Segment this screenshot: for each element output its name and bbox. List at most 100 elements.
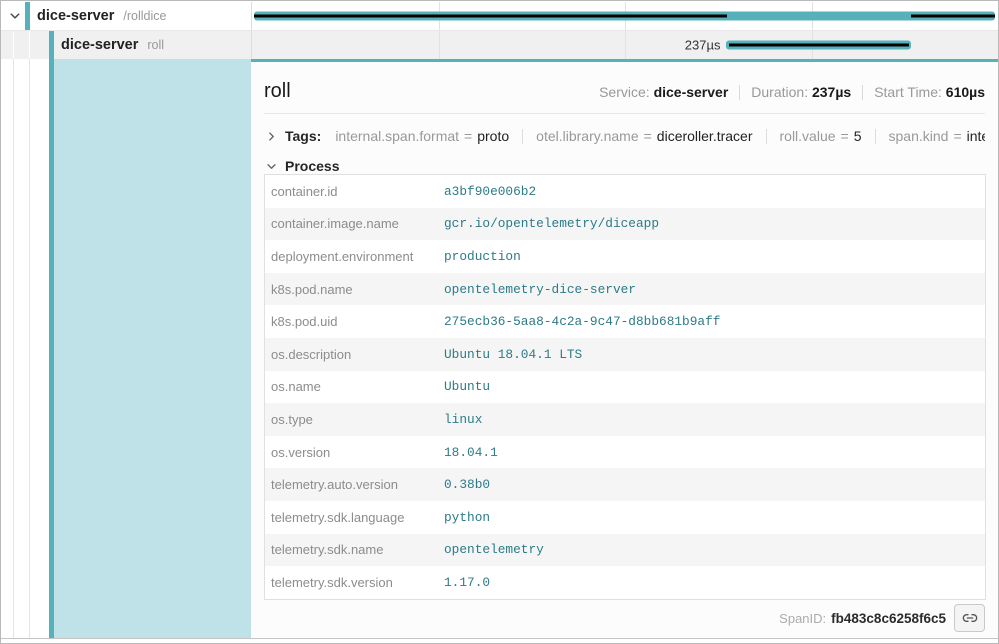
critical-path-segment: [729, 44, 910, 47]
process-key: telemetry.sdk.language: [271, 510, 444, 525]
span-row-rolldice[interactable]: dice-server/rolldice: [1, 2, 998, 31]
service-name: dice-server: [61, 37, 138, 53]
process-table-row[interactable]: deployment.environmentproduction: [265, 240, 985, 273]
tree-indent-guide: [13, 31, 14, 59]
process-table-row[interactable]: telemetry.sdk.nameopentelemetry: [265, 534, 985, 567]
process-value: opentelemetry-dice-server: [444, 282, 636, 297]
service-name: dice-server: [37, 8, 114, 24]
process-table-row[interactable]: container.ida3bf90e006b2: [265, 175, 985, 208]
tag-item: otel.library.name = diceroller.tracer: [536, 128, 752, 144]
stat-label: Start Time:: [874, 84, 946, 100]
process-table-row[interactable]: k8s.pod.nameopentelemetry-dice-server: [265, 273, 985, 306]
collapse-chevron-down-icon[interactable]: [8, 9, 22, 23]
tree-indent-guide: [29, 31, 30, 59]
tree-indent-guide: [29, 59, 30, 638]
selected-span-highlight: [54, 59, 251, 638]
stat-divider: [739, 85, 740, 100]
process-table-row[interactable]: telemetry.auto.version0.38b0: [265, 468, 985, 501]
tree-indent-guide: [13, 59, 14, 638]
process-value: production: [444, 249, 521, 264]
header-stat: Service: dice-server: [599, 84, 728, 100]
process-value: a3bf90e006b2: [444, 184, 536, 199]
span-timeline-roll[interactable]: 237µs: [252, 31, 998, 59]
page-bottom-strip: [1, 639, 998, 643]
process-value: Ubuntu: [444, 379, 490, 394]
critical-path-segment: [254, 15, 727, 18]
process-section-label: Process: [285, 158, 339, 174]
process-table-row[interactable]: os.version18.04.1: [265, 436, 985, 469]
process-table-row[interactable]: k8s.pod.uid275ecb36-5aa8-4c2a-9c47-d8bb6…: [265, 305, 985, 338]
process-key: os.type: [271, 412, 444, 427]
critical-path-segment: [911, 15, 995, 18]
process-table-row[interactable]: os.descriptionUbuntu 18.04.1 LTS: [265, 338, 985, 371]
span-name-cell-roll[interactable]: dice-server roll: [1, 31, 252, 59]
process-key: telemetry.sdk.version: [271, 575, 444, 590]
process-key: container.image.name: [271, 216, 444, 231]
span-detail-panel: roll Service: dice-server Duration: 237µs…: [251, 59, 998, 638]
process-section-toggle[interactable]: Process: [264, 156, 339, 176]
tag-value: internal: [967, 128, 985, 144]
tag-value: diceroller.tracer: [657, 128, 753, 144]
tags-list: internal.span.format=protootel.library.n…: [335, 128, 985, 144]
tags-section[interactable]: Tags: internal.span.format=protootel.lib…: [264, 123, 985, 149]
tag-divider: [875, 129, 876, 144]
process-key: os.name: [271, 379, 444, 394]
tag-item: roll.value=5: [780, 128, 862, 144]
process-key: container.id: [271, 184, 444, 199]
process-key: telemetry.auto.version: [271, 477, 444, 492]
process-table-row[interactable]: container.image.namegcr.io/opentelemetry…: [265, 208, 985, 241]
tag-equals: =: [464, 128, 472, 144]
process-value: 275ecb36-5aa8-4c2a-9c47-d8bb681b9aff: [444, 314, 720, 329]
span-detail-row: roll Service: dice-server Duration: 237µs…: [1, 59, 998, 639]
chevron-down-icon[interactable]: [264, 159, 278, 173]
span-row-roll[interactable]: dice-server roll 237µs: [1, 31, 998, 59]
process-key: k8s.pod.uid: [271, 314, 444, 329]
span-name-label: dice-server roll: [61, 36, 164, 54]
process-value: gcr.io/opentelemetry/diceapp: [444, 216, 659, 231]
span-detail-left-gutter: [1, 59, 251, 638]
tag-item: span.kind=internal: [889, 128, 985, 144]
chevron-right-icon[interactable]: [264, 129, 278, 143]
process-value: Ubuntu 18.04.1 LTS: [444, 347, 582, 362]
header-divider: [264, 113, 985, 114]
tag-value: 5: [854, 128, 862, 144]
stat-value: 610µs: [946, 84, 985, 100]
process-table-row[interactable]: telemetry.sdk.version1.17.0: [265, 566, 985, 599]
process-value: python: [444, 510, 490, 525]
process-value: 18.04.1: [444, 445, 498, 460]
header-stat: Start Time: 610µs: [874, 84, 985, 100]
process-value: 1.17.0: [444, 575, 490, 590]
spanid-value: fb483c8c6258f6c5: [831, 611, 946, 626]
tag-key: otel.library.name: [536, 128, 638, 144]
spanid-label: SpanID:: [779, 611, 826, 626]
process-key: telemetry.sdk.name: [271, 542, 444, 557]
stat-value: 237µs: [812, 84, 851, 100]
tags-section-label: Tags:: [285, 128, 321, 144]
span-detail-footer: SpanID: fb483c8c6258f6c5: [779, 605, 985, 631]
process-key: k8s.pod.name: [271, 282, 444, 297]
process-table-row[interactable]: telemetry.sdk.languagepython: [265, 501, 985, 534]
tag-key: internal.span.format: [335, 128, 459, 144]
copy-span-link-button[interactable]: [954, 604, 985, 632]
tag-equals: =: [841, 128, 849, 144]
trace-timeline-view: dice-server/rolldice dice-server roll 237…: [0, 0, 999, 644]
span-name-cell-rolldice[interactable]: dice-server/rolldice: [1, 2, 252, 30]
timeline-grid-tick: [625, 31, 626, 59]
stat-divider: [862, 85, 863, 100]
span-name-label: dice-server/rolldice: [37, 7, 166, 25]
process-table-row[interactable]: os.typelinux: [265, 403, 985, 436]
tag-divider: [766, 129, 767, 144]
process-kv-table: container.ida3bf90e006b2container.image.…: [264, 174, 986, 600]
process-key: deployment.environment: [271, 249, 444, 264]
span-timeline-rolldice[interactable]: [252, 2, 998, 30]
span-header-stats: Service: dice-server Duration: 237µs Start…: [599, 84, 985, 100]
tag-divider: [522, 129, 523, 144]
stat-label: Service:: [599, 84, 653, 100]
process-value: opentelemetry: [444, 542, 544, 557]
process-table-row[interactable]: os.nameUbuntu: [265, 371, 985, 404]
operation-name: roll: [147, 38, 164, 52]
tag-equals: =: [644, 128, 652, 144]
process-key: os.version: [271, 445, 444, 460]
stat-label: Duration:: [751, 84, 812, 100]
span-title: roll: [264, 80, 291, 103]
